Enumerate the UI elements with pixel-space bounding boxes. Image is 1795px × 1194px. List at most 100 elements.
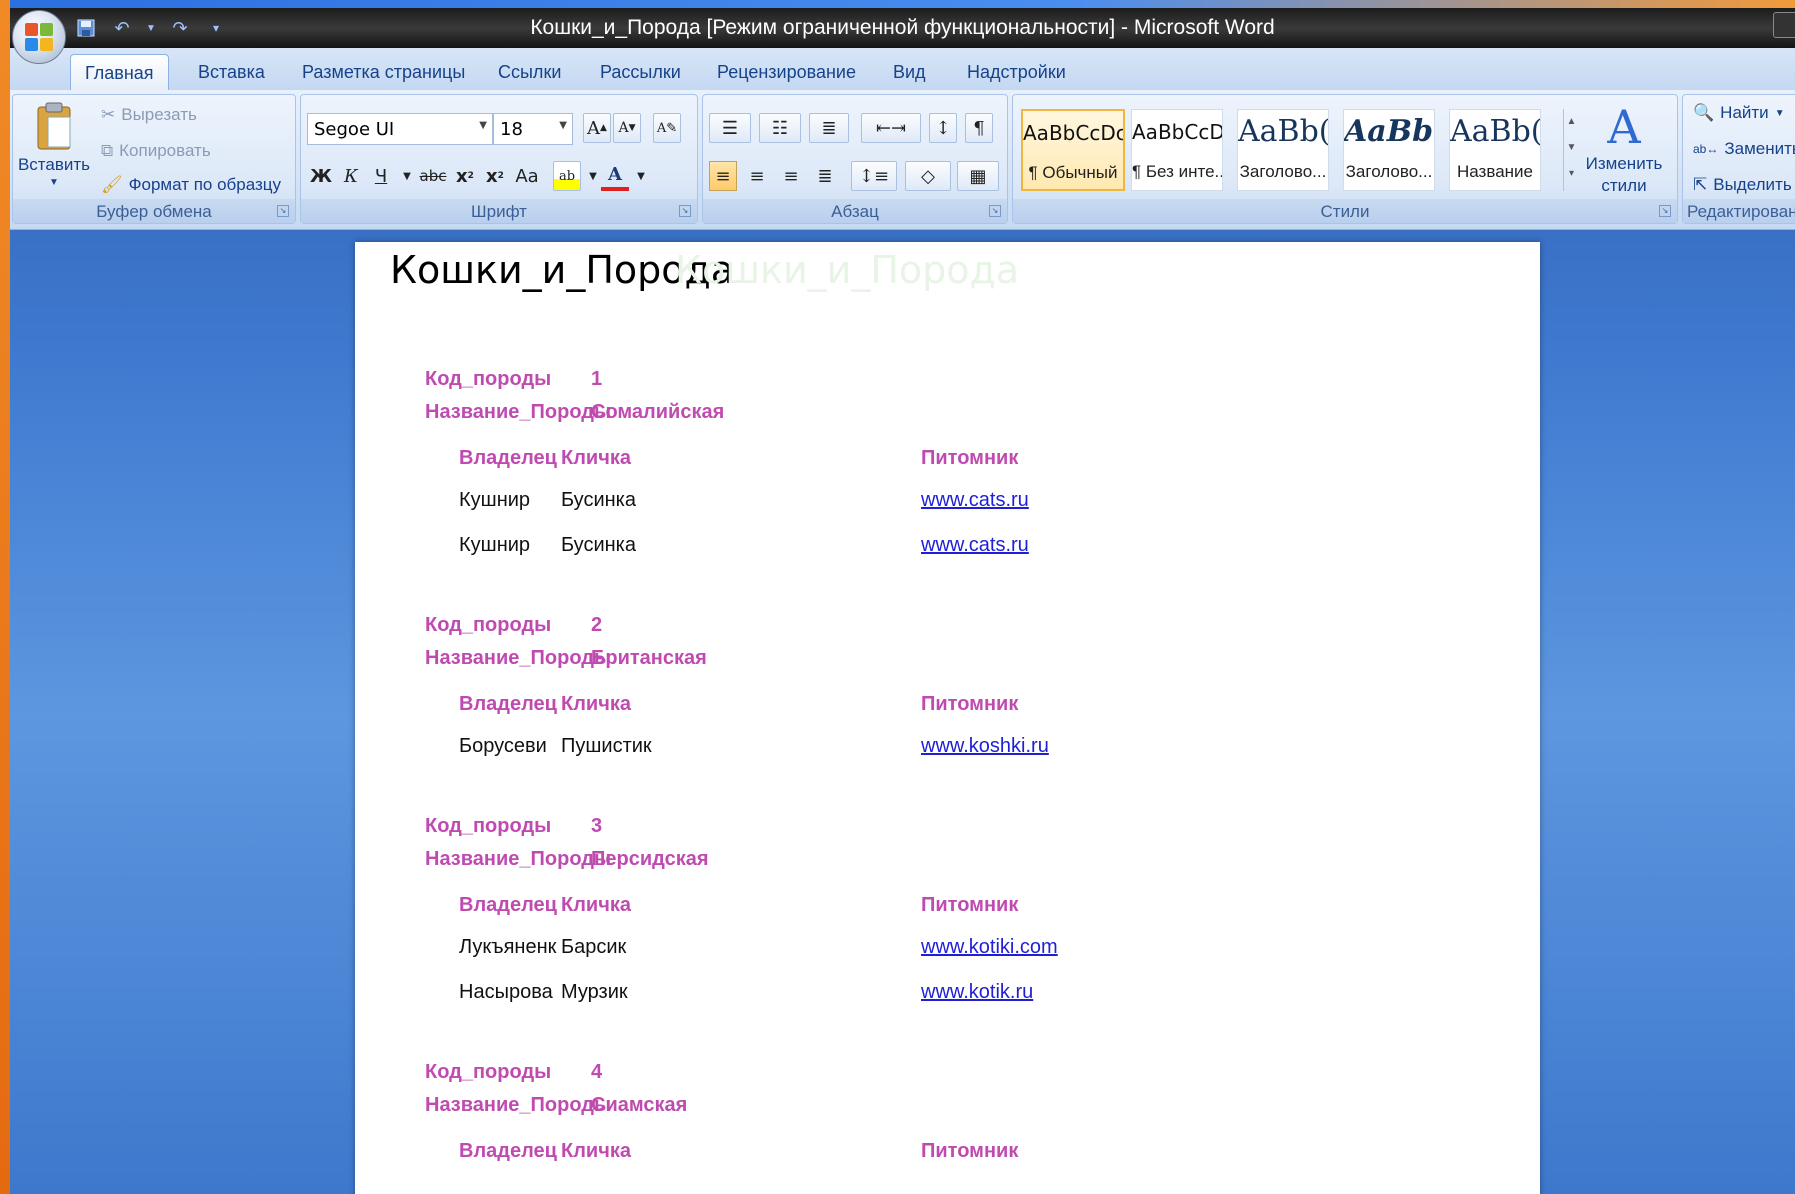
dialog-launcher-icon[interactable]: ↘ <box>277 205 289 217</box>
format-painter-button[interactable]: 🖌 Формат по образцу <box>101 175 281 195</box>
dialog-launcher-icon[interactable]: ↘ <box>989 205 1001 217</box>
borders-icon[interactable]: ▦ <box>957 161 999 191</box>
align-right-icon[interactable]: ≡ <box>777 161 805 191</box>
paste-button[interactable]: Вставить ▼ <box>18 101 90 188</box>
indent-icon[interactable]: ⇤⇥ <box>861 113 921 143</box>
bullets-icon[interactable]: ☰ <box>709 113 751 143</box>
nickname-cell: Пушистик <box>561 735 652 757</box>
style-name: Заголово... <box>1345 162 1433 181</box>
chevron-down-icon[interactable]: ▼ <box>627 161 655 191</box>
style-title[interactable]: AaBb( Название <box>1449 109 1541 191</box>
breed-code-value: 4 <box>591 1061 603 1083</box>
breed-name-value: Персидская <box>591 848 709 870</box>
tab-review[interactable]: Рецензирование <box>717 54 856 90</box>
replace-button[interactable]: ab↔ Заменить <box>1693 139 1795 159</box>
column-header-nickname: Кличка <box>561 894 631 916</box>
align-left-icon[interactable]: ≡ <box>709 161 737 191</box>
style-heading-1[interactable]: AaBb( Заголово... <box>1237 109 1329 191</box>
shading-icon[interactable]: ◇ <box>905 161 951 191</box>
scissors-icon: ✂ <box>101 105 116 124</box>
owner-cell: Борусеви <box>459 735 547 757</box>
paragraph-group: ☰ ☷ ≣ ⇤⇥ ↕ ¶ ≡ ≡ ≡ ≣ ↕≡ ◇ ▦ Абзац ↘ <box>702 94 1008 224</box>
dialog-launcher-icon[interactable]: ↘ <box>1659 205 1671 217</box>
column-header-owner: Владелец <box>459 1140 557 1162</box>
tab-page-layout[interactable]: Разметка страницы <box>302 54 465 90</box>
style-sample: AaBbCcDc <box>1132 120 1222 144</box>
replace-icon: ab↔ <box>1693 142 1719 156</box>
style-no-spacing[interactable]: AaBbCcDc ¶ Без инте... <box>1131 109 1223 191</box>
copy-button[interactable]: ⧉ Копировать <box>101 141 211 161</box>
editing-group: 🔍 Найти ▼ ab↔ Заменить ⇱ Выделить Редакт… <box>1682 94 1795 224</box>
style-sample: AaBbCcDc <box>1023 121 1123 145</box>
change-styles-button[interactable]: A Изменить стили <box>1579 101 1669 197</box>
nursery-link[interactable]: www.cats.ru <box>921 489 1029 512</box>
font-color-icon[interactable]: A <box>601 161 629 191</box>
breed-code-value: 2 <box>591 614 603 636</box>
dialog-launcher-icon[interactable]: ↘ <box>679 205 691 217</box>
tab-addins[interactable]: Надстройки <box>967 54 1066 90</box>
style-normal[interactable]: AaBbCcDc ¶ Обычный <box>1021 109 1125 191</box>
font-family-select[interactable]: Segoe UI ▼ <box>307 113 493 145</box>
minimize-button[interactable] <box>1773 12 1795 38</box>
breed-code-value: 1 <box>591 368 603 390</box>
underline-button[interactable]: Ч <box>367 161 395 191</box>
font-group: Segoe UI ▼ 18 ▼ A ▲ A ▼ A✎ Ж К Ч ▼ abc x2 … <box>300 94 698 224</box>
tab-mailings[interactable]: Рассылки <box>600 54 681 90</box>
strikethrough-button[interactable]: abc <box>419 161 447 191</box>
justify-icon[interactable]: ≣ <box>811 161 839 191</box>
breed-code-label: Код_породы <box>425 614 552 636</box>
shrink-font-button[interactable]: A ▼ <box>613 113 641 143</box>
font-size-select[interactable]: 18 ▼ <box>493 113 573 145</box>
cursor-icon: ⇱ <box>1693 175 1708 194</box>
italic-button[interactable]: К <box>337 161 365 191</box>
line-spacing-icon[interactable]: ↕≡ <box>851 161 897 191</box>
clear-formatting-icon[interactable]: A✎ <box>653 113 681 143</box>
align-center-icon[interactable]: ≡ <box>743 161 771 191</box>
tab-home[interactable]: Главная <box>70 54 169 90</box>
find-button[interactable]: 🔍 Найти ▼ <box>1693 103 1785 123</box>
pilcrow-icon[interactable]: ¶ <box>965 113 993 143</box>
slide-frame-left <box>0 0 10 1194</box>
owner-cell: Насырова <box>459 981 553 1003</box>
tab-references[interactable]: Ссылки <box>498 54 561 90</box>
breed-name-label: Название_Породы <box>425 1094 612 1116</box>
sort-icon[interactable]: ↕ <box>929 113 957 143</box>
office-logo-icon <box>25 23 55 53</box>
nursery-link[interactable]: www.koshki.ru <box>921 735 1049 758</box>
multilevel-list-icon[interactable]: ≣ <box>809 113 849 143</box>
bold-button[interactable]: Ж <box>307 161 335 191</box>
highlight-icon[interactable]: ab <box>553 161 581 191</box>
chevron-down-icon: ▼ <box>479 120 487 131</box>
change-styles-label: Изменить стили <box>1585 154 1663 195</box>
nursery-link[interactable]: www.kotik.ru <box>921 981 1033 1004</box>
ribbon-tabs: Главная Вставка Разметка страницы Ссылки… <box>10 48 1795 90</box>
binoculars-icon: 🔍 <box>1693 103 1715 122</box>
column-header-owner: Владелец <box>459 693 557 715</box>
subscript-button[interactable]: x2 <box>451 161 479 191</box>
title-bar: ↶ ▼ ↷ ▾ Кошки_и_Порода [Режим ограниченн… <box>10 8 1795 48</box>
office-button[interactable] <box>12 10 66 64</box>
column-header-nursery: Питомник <box>921 894 1019 916</box>
tab-insert[interactable]: Вставка <box>198 54 265 90</box>
breed-name-label: Название_Породы <box>425 647 612 669</box>
grow-font-button[interactable]: A ▲ <box>583 113 611 143</box>
change-case-button[interactable]: Aa <box>513 161 541 191</box>
superscript-button[interactable]: x2 <box>481 161 509 191</box>
select-button[interactable]: ⇱ Выделить <box>1693 175 1792 195</box>
chevron-down-icon[interactable]: ▼ <box>393 161 421 191</box>
numbering-icon[interactable]: ☷ <box>759 113 801 143</box>
owner-cell: Кушнир <box>459 489 531 511</box>
breed-name-label: Название_Породы <box>425 401 612 423</box>
tab-view[interactable]: Вид <box>893 54 926 90</box>
gallery-scroll[interactable]: ▲ ▼ ▾ <box>1563 109 1579 191</box>
column-header-nursery: Питомник <box>921 693 1019 715</box>
document-page[interactable]: Кошки_и_Порода Кошки_и_Порода Код_породы… <box>355 242 1540 1194</box>
nursery-link[interactable]: www.kotiki.com <box>921 936 1058 959</box>
editing-group-label: Редактировани <box>1683 199 1795 223</box>
cut-label: Вырезать <box>121 105 197 124</box>
style-name: ¶ Обычный <box>1028 163 1118 182</box>
nursery-link[interactable]: www.cats.ru <box>921 534 1029 557</box>
cut-button[interactable]: ✂ Вырезать <box>101 105 197 125</box>
style-heading-2[interactable]: AaBbCi Заголово... <box>1343 109 1435 191</box>
clipboard-group-label: Буфер обмена <box>13 199 295 223</box>
